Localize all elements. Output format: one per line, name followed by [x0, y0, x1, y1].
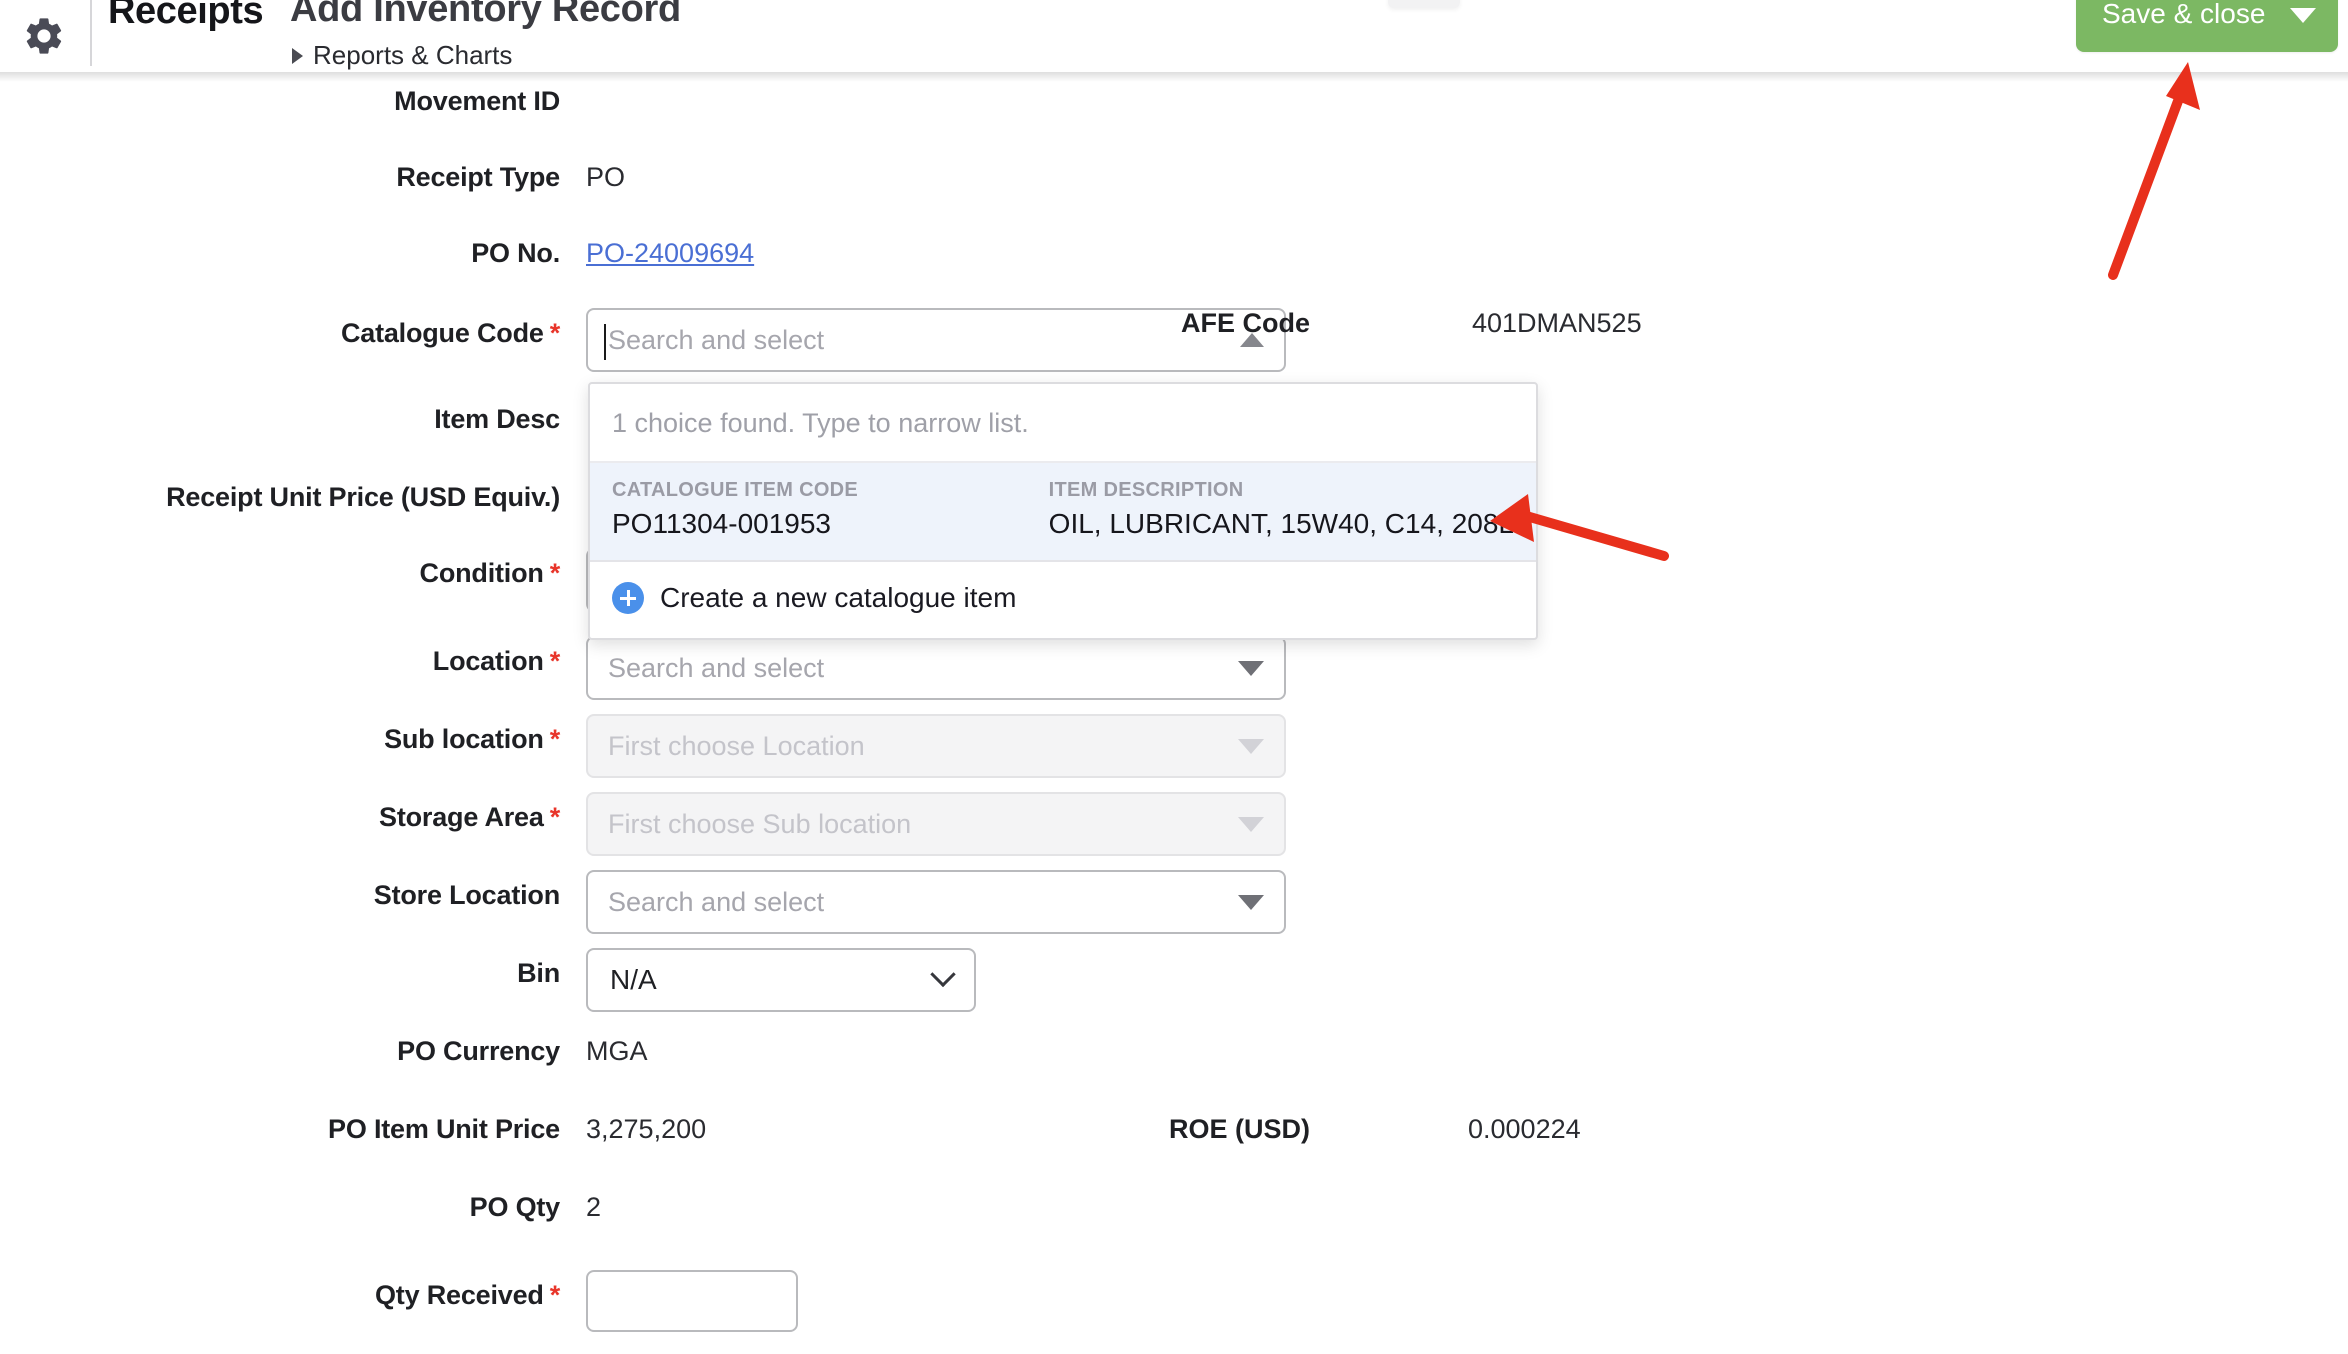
caret-down-icon[interactable]	[2290, 8, 2316, 23]
label-condition: Condition*	[0, 558, 560, 589]
label-qty-received-text: Qty Received	[375, 1280, 544, 1310]
required-asterisk: *	[550, 802, 560, 832]
form-row-qty-received: Qty Received*	[0, 1266, 2348, 1344]
location-combobox[interactable]: Search and select	[586, 636, 1286, 700]
required-asterisk: *	[550, 318, 560, 348]
page-title: Add Inventory Record	[290, 0, 681, 31]
label-po-no: PO No.	[0, 238, 560, 269]
label-po-qty: PO Qty	[0, 1192, 560, 1223]
option-item-description: OIL, LUBRICANT, 15W40, C14, 208L	[1049, 508, 1514, 540]
bin-selected-value: N/A	[610, 964, 934, 996]
required-asterisk: *	[550, 646, 560, 676]
form-row-bin: Bin N/A	[0, 944, 2348, 1022]
required-asterisk: *	[550, 724, 560, 754]
overflow-pill	[1388, 0, 1460, 8]
storage-area-combobox: First choose Sub location	[586, 792, 1286, 856]
label-sub-location-text: Sub location	[384, 724, 544, 754]
app-header: Receipts Add Inventory Record Reports & …	[0, 0, 2348, 72]
label-sub-location: Sub location*	[0, 724, 560, 755]
form-row-movement-id: Movement ID	[0, 82, 2348, 160]
text-cursor	[604, 324, 606, 360]
qty-received-input[interactable]	[586, 1270, 798, 1332]
app-title: Receipts	[108, 0, 263, 33]
dropdown-option-desc-cell: ITEM DESCRIPTION OIL, LUBRICANT, 15W40, …	[1049, 479, 1514, 540]
header-divider	[90, 0, 92, 66]
label-roe-usd: ROE (USD)	[1080, 1114, 1310, 1145]
plus-circle-icon	[612, 582, 644, 614]
label-afe-code: AFE Code	[1080, 308, 1310, 339]
save-and-close-button[interactable]: Save & close	[2076, 0, 2338, 52]
dropdown-option-row[interactable]: CATALOGUE ITEM CODE PO11304-001953 ITEM …	[590, 463, 1536, 562]
header-shadow	[0, 72, 2348, 82]
form-row-po-no: PO No. PO-24009694	[0, 234, 2348, 312]
value-po-item-unit-price: 3,275,200	[586, 1114, 706, 1145]
label-storage-area: Storage Area*	[0, 802, 560, 833]
caret-down-icon	[1238, 739, 1264, 754]
label-store-location: Store Location	[0, 880, 560, 911]
value-po-qty: 2	[586, 1192, 601, 1223]
label-catalogue-code: Catalogue Code*	[0, 318, 560, 349]
store-location-combobox[interactable]: Search and select	[586, 870, 1286, 934]
required-asterisk: *	[550, 1280, 560, 1310]
bin-select[interactable]: N/A	[586, 948, 976, 1012]
required-asterisk: *	[550, 558, 560, 588]
store-location-placeholder: Search and select	[608, 887, 1238, 918]
reports-and-charts-label: Reports & Charts	[313, 40, 512, 71]
triangle-right-icon	[292, 48, 303, 64]
label-item-desc: Item Desc	[0, 404, 560, 435]
form-row-store-location: Store Location Search and select	[0, 866, 2348, 944]
caret-down-icon[interactable]	[1238, 895, 1264, 910]
label-catalogue-code-text: Catalogue Code	[341, 318, 544, 348]
form-row-location: Location* Search and select	[0, 632, 2348, 710]
save-and-close-label: Save & close	[2102, 0, 2272, 32]
label-storage-area-text: Storage Area	[379, 802, 544, 832]
label-po-currency: PO Currency	[0, 1036, 560, 1067]
dropdown-option-code-cell: CATALOGUE ITEM CODE PO11304-001953	[612, 479, 1049, 540]
column-header-item-description: ITEM DESCRIPTION	[1049, 479, 1514, 502]
create-new-catalogue-item-button[interactable]: Create a new catalogue item	[590, 562, 1536, 638]
label-po-item-unit-price: PO Item Unit Price	[0, 1114, 560, 1145]
label-condition-text: Condition	[420, 558, 544, 588]
label-location-text: Location	[433, 646, 544, 676]
option-catalogue-item-code: PO11304-001953	[612, 508, 1049, 540]
storage-area-placeholder: First choose Sub location	[608, 809, 1238, 840]
form-row-receipt-type: Receipt Type PO	[0, 158, 2348, 236]
dropdown-result-count: 1 choice found. Type to narrow list.	[590, 384, 1536, 463]
form-row-storage-area: Storage Area* First choose Sub location	[0, 788, 2348, 866]
value-po-currency: MGA	[586, 1036, 648, 1067]
page-root: Receipts Add Inventory Record Reports & …	[0, 0, 2348, 1354]
sub-location-placeholder: First choose Location	[608, 731, 1238, 762]
form-row-po-currency: PO Currency MGA	[0, 1032, 2348, 1110]
column-header-catalogue-item-code: CATALOGUE ITEM CODE	[612, 479, 1049, 502]
gear-icon[interactable]	[16, 8, 72, 64]
sub-location-combobox: First choose Location	[586, 714, 1286, 778]
form-row-sub-location: Sub location* First choose Location	[0, 710, 2348, 788]
label-location: Location*	[0, 646, 560, 677]
form-row-po-qty: PO Qty 2	[0, 1188, 2348, 1266]
create-new-catalogue-item-label: Create a new catalogue item	[660, 582, 1016, 614]
label-qty-received: Qty Received*	[0, 1280, 560, 1311]
label-receipt-unit-price: Receipt Unit Price (USD Equiv.)	[0, 482, 560, 513]
reports-and-charts-toggle[interactable]: Reports & Charts	[292, 40, 512, 71]
caret-down-icon	[1238, 817, 1264, 832]
po-number-link[interactable]: PO-24009694	[586, 238, 754, 269]
label-receipt-type: Receipt Type	[0, 162, 560, 193]
value-receipt-type: PO	[586, 162, 625, 193]
label-movement-id: Movement ID	[0, 86, 560, 117]
catalogue-code-dropdown-panel: 1 choice found. Type to narrow list. CAT…	[588, 382, 1538, 640]
label-bin: Bin	[0, 958, 560, 989]
chevron-down-icon[interactable]	[930, 962, 955, 987]
value-roe-usd: 0.000224	[1468, 1114, 1581, 1145]
value-afe-code: 401DMAN525	[1472, 308, 1642, 339]
caret-down-icon[interactable]	[1238, 661, 1264, 676]
location-placeholder: Search and select	[608, 653, 1238, 684]
